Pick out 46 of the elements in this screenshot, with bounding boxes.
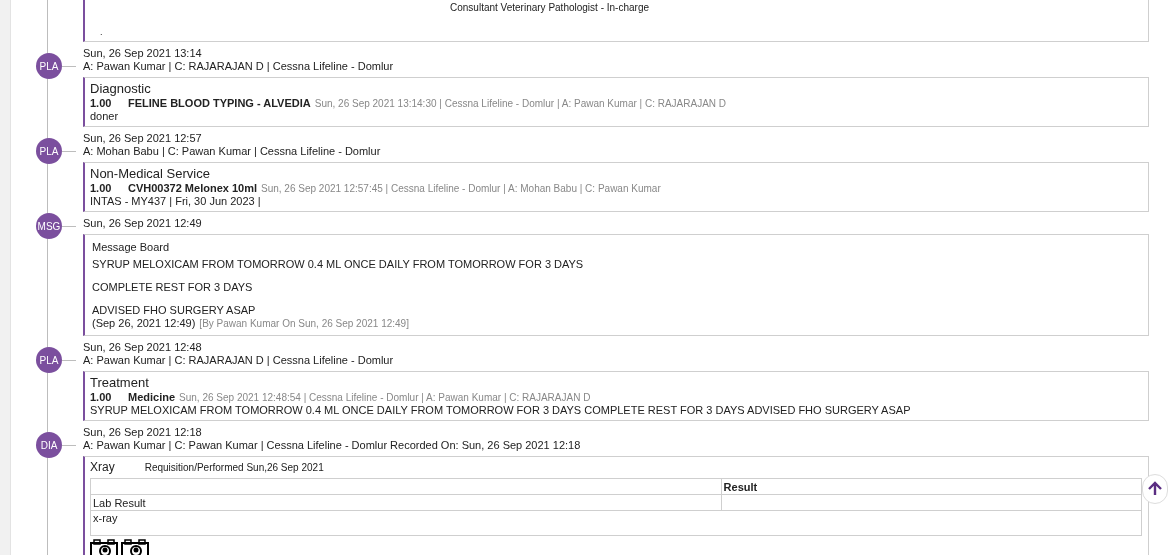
entry-byline: A: Pawan Kumar | C: RAJARAJAN D | Cessna Lifeline - Domlur — [83, 354, 395, 367]
item-name: CVH00372 Melonex 10ml — [128, 182, 257, 194]
signature-text: Consultant Veterinary Pathologist - In-charge — [450, 3, 650, 13]
entry-badge: PLA — [36, 138, 62, 164]
table-cell: x-ray — [90, 510, 1142, 536]
message-timestamp: (Sep 26, 2021 12:49) — [92, 317, 196, 329]
item-meta: Sun, 26 Sep 2021 12:57:45 | Cessna Lifeline - Domlur | A: Mohan Babu | C: Pawan Kumar — [261, 183, 661, 195]
item-note: doner — [90, 110, 120, 122]
requisition-text: Requisition/Performed Sun,26 Sep 2021 — [144, 462, 324, 473]
service-title: Diagnostic — [90, 81, 152, 97]
scroll-top-button[interactable] — [1142, 474, 1168, 504]
entry-byline: A: Pawan Kumar | C: RAJARAJAN D | Cessna Lifeline - Domlur — [83, 60, 395, 73]
entry-badge: DIA — [36, 432, 62, 458]
entry-date: Sun, 26 Sep 2021 12:57 — [83, 132, 203, 145]
entry-badge: PLA — [36, 347, 62, 373]
quantity: 1.00 — [90, 97, 113, 109]
item-meta: Sun, 26 Sep 2021 13:14:30 | Cessna Lifeline - Domlur | A: Pawan Kumar | C: RAJARAJAN D — [314, 98, 727, 110]
entry-byline: A: Mohan Babu | C: Pawan Kumar | Cessna Lifeline - Domlur — [83, 145, 382, 158]
message-title: Message Board — [92, 241, 171, 254]
entry-date: Sun, 26 Sep 2021 12:18 — [83, 426, 203, 439]
service-title: Treatment — [90, 375, 150, 391]
message-text: COMPLETE REST FOR 3 DAYS — [92, 281, 254, 294]
entry-date: Sun, 26 Sep 2021 12:48 — [83, 341, 203, 354]
entry-date: Sun, 26 Sep 2021 12:49 — [83, 217, 203, 230]
message-text: SYRUP MELOXICAM FROM TOMORROW 0.4 ML ONCE DAILY FROM TOMORROW FOR 3 DAYS — [92, 258, 585, 271]
message-text: ADVISED FHO SURGERY ASAP — [92, 304, 257, 317]
entry-byline: A: Pawan Kumar | C: Pawan Kumar | Cessna Lifeline - Domlur Recorded On: Sun, 26 Sep 2021 12:18 — [83, 439, 582, 452]
item-meta: Sun, 26 Sep 2021 12:48:54 | Cessna Lifeline - Domlur | A: Pawan Kumar | C: RAJARAJAN D — [179, 392, 591, 404]
column-header: Result — [721, 478, 1142, 495]
item-note: INTAS - MY437 | Fri, 30 Jun 2023 | — [90, 195, 262, 207]
lab-title: Xray — [90, 459, 115, 475]
service-title: Non-Medical Service — [90, 166, 211, 182]
camera-icon[interactable] — [90, 539, 118, 555]
item-name: Medicine — [128, 391, 176, 403]
entry-badge: MSG — [36, 213, 62, 239]
entry-badge: PLA — [36, 53, 62, 79]
item-name: FELINE BLOOD TYPING - ALVEDIA — [128, 97, 311, 109]
quantity: 1.00 — [90, 182, 113, 194]
arrow-up-icon — [1147, 481, 1163, 497]
item-note: SYRUP MELOXICAM FROM TOMORROW 0.4 ML ONCE DAILY FROM TOMORROW FOR 3 DAYS COMPLETE REST FOR 3 DAYS ADVISED FHO SURGERY ASAP — [90, 404, 912, 416]
message-meta: [By Pawan Kumar On Sun, 26 Sep 2021 12:49] — [199, 318, 409, 330]
table-cell: Lab Result — [90, 494, 722, 511]
entry-date: Sun, 26 Sep 2021 13:14 — [83, 47, 203, 60]
quantity: 1.00 — [90, 391, 113, 403]
camera-icon[interactable] — [121, 539, 149, 555]
report-note: . — [100, 27, 104, 37]
